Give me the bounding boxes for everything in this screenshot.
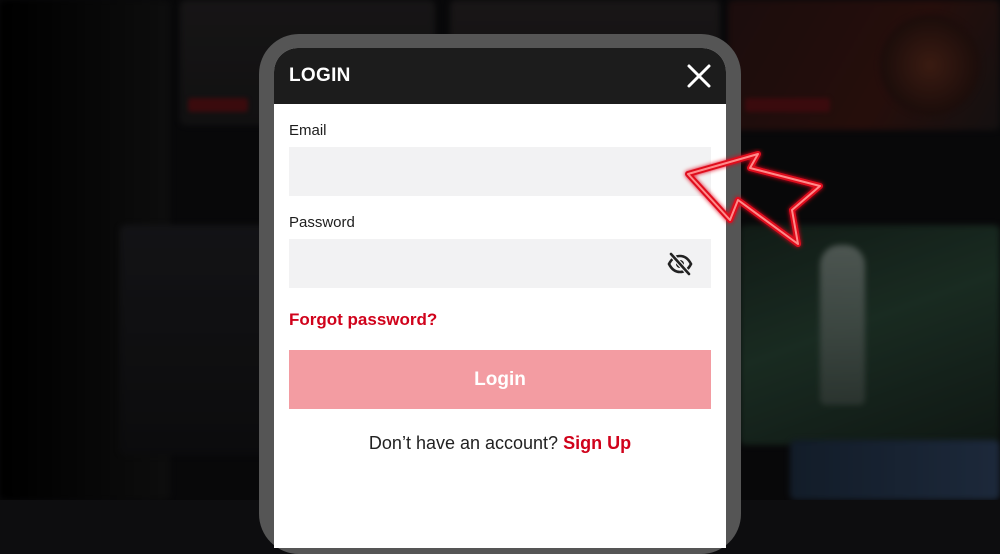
forgot-password-link[interactable]: Forgot password?: [289, 310, 437, 330]
password-field[interactable]: [289, 239, 711, 288]
login-modal: LOGIN Email Password Forgot password? Lo…: [274, 48, 726, 548]
email-field-wrapper: [289, 147, 711, 196]
password-field-wrapper: [289, 239, 711, 288]
signup-prompt: Don’t have an account? Sign Up: [289, 433, 711, 454]
password-label: Password: [289, 214, 355, 231]
login-form: Email Password Forgot password? Login Do…: [274, 104, 726, 454]
signup-link[interactable]: Sign Up: [563, 433, 631, 453]
modal-title: LOGIN: [289, 65, 351, 86]
phone-frame: LOGIN Email Password Forgot password? Lo…: [259, 34, 741, 554]
email-label: Email: [289, 122, 327, 139]
modal-header: LOGIN: [274, 48, 726, 104]
close-icon[interactable]: [685, 62, 713, 90]
signup-prompt-text: Don’t have an account?: [368, 433, 559, 453]
login-button[interactable]: Login: [289, 350, 711, 409]
arrow-pointer-icon: [680, 148, 830, 253]
email-field[interactable]: [289, 147, 711, 196]
eye-slash-icon[interactable]: [667, 251, 693, 277]
